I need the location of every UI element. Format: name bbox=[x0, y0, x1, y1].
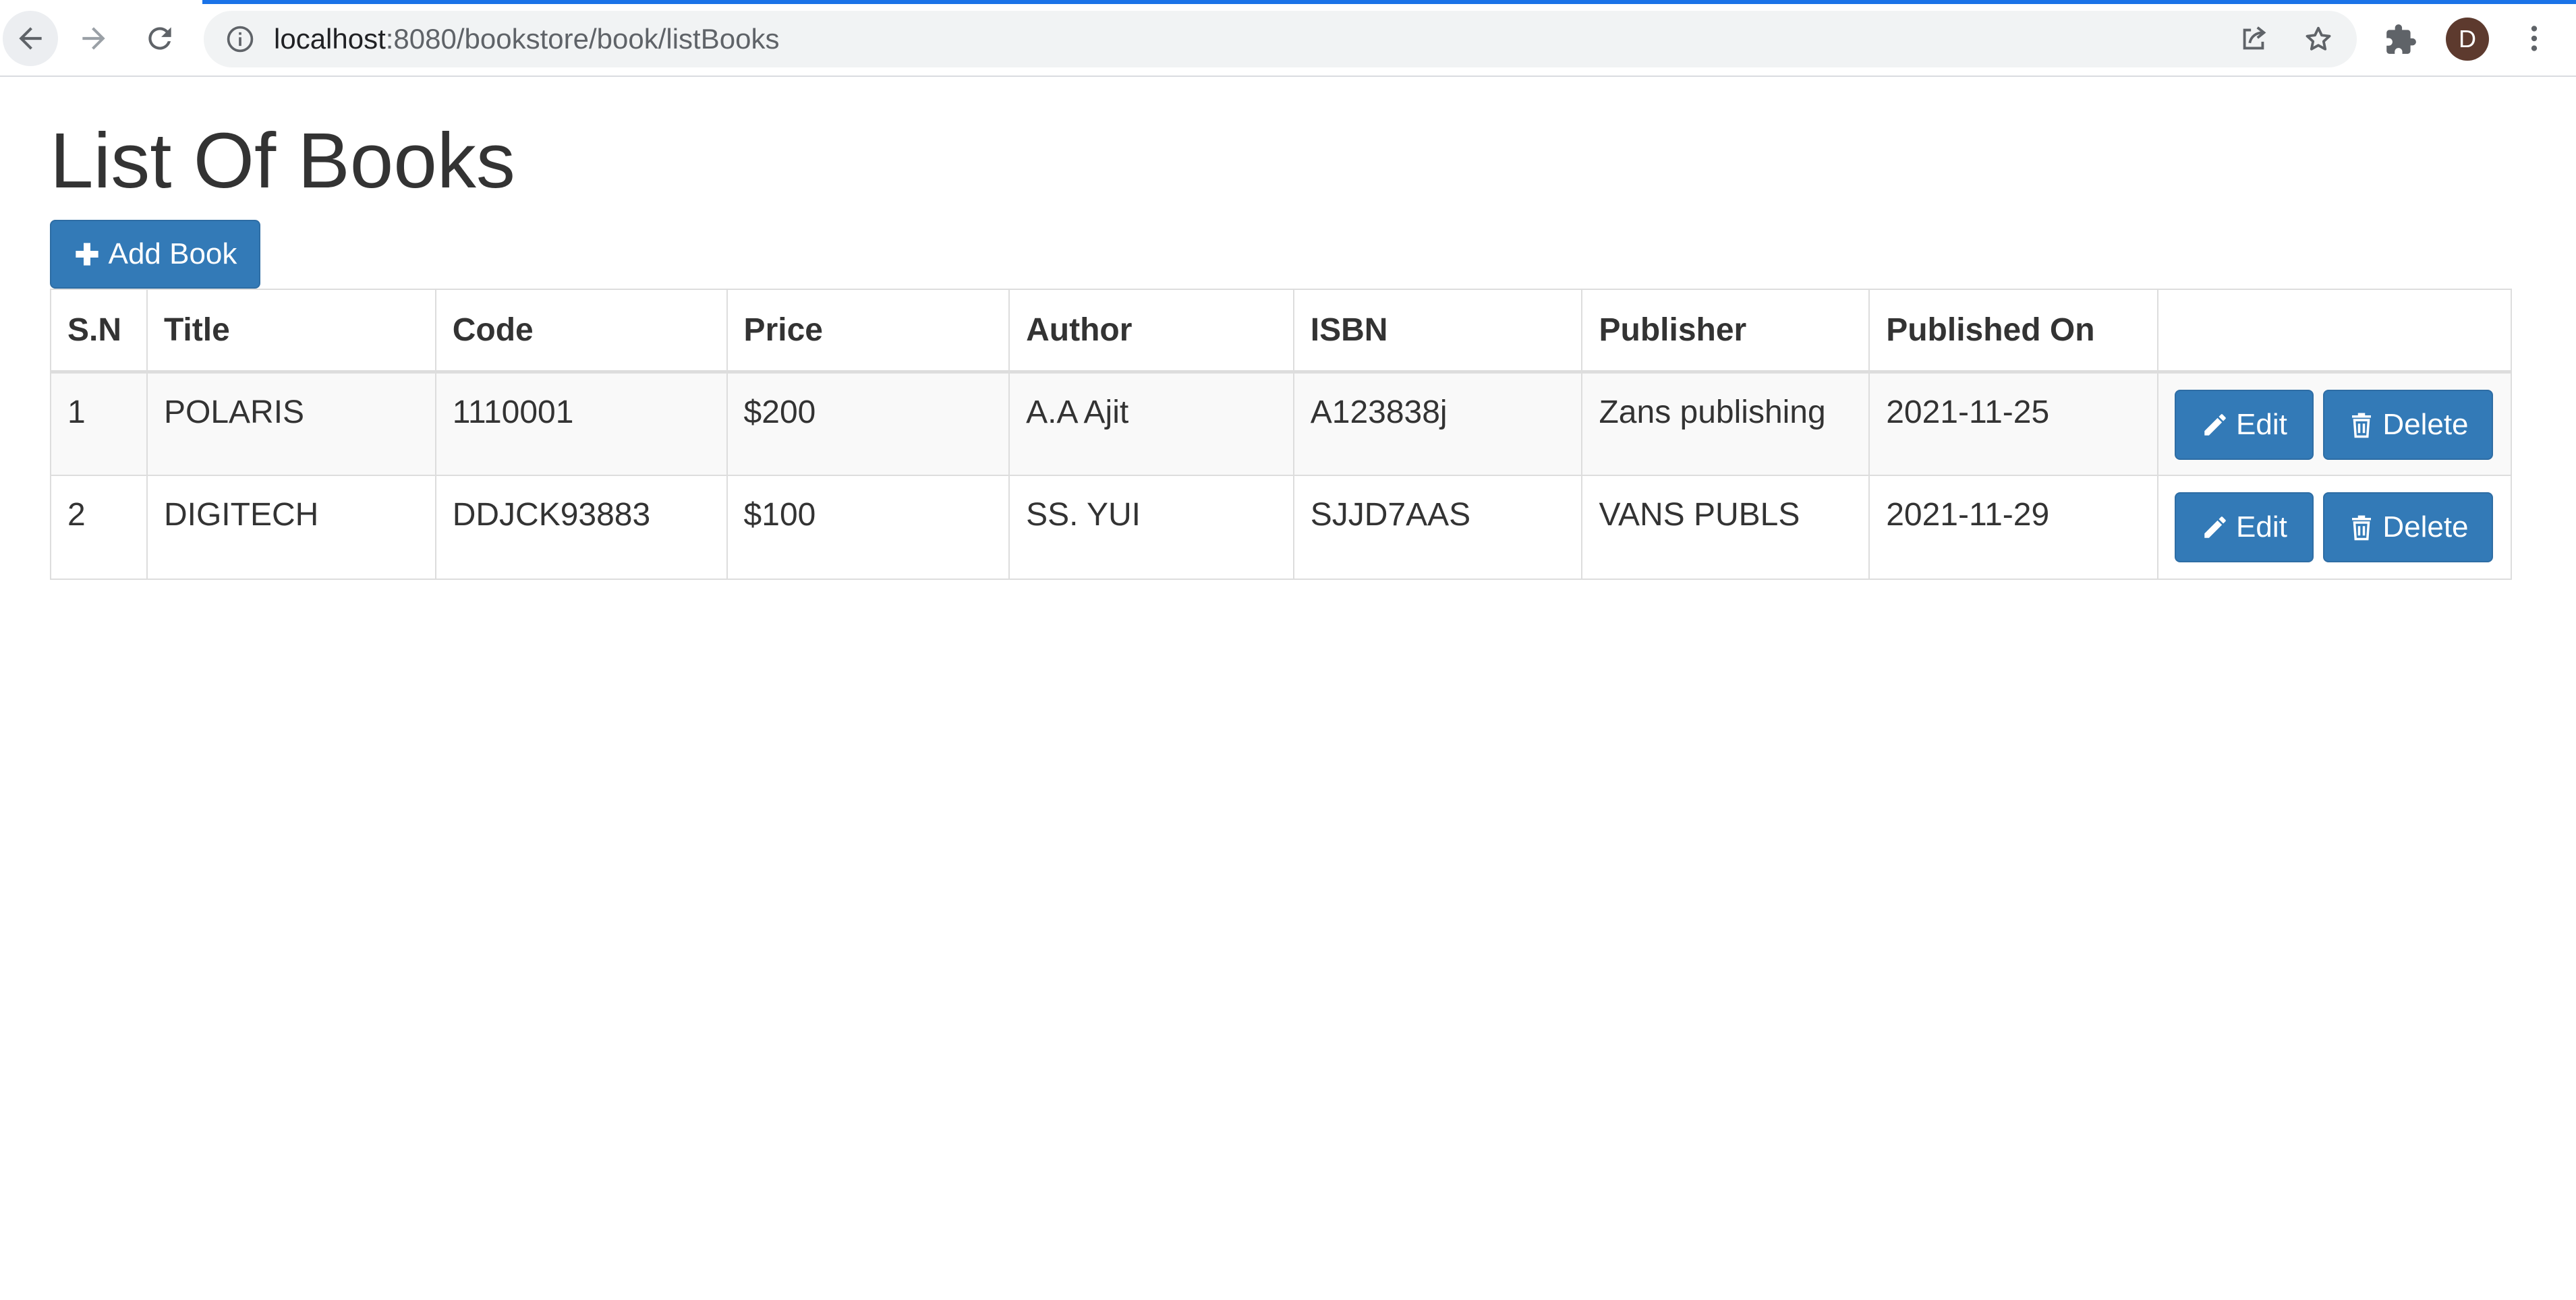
cell-publisher: VANS PUBLS bbox=[1581, 475, 1870, 580]
url-text[interactable]: localhost:8080/bookstore/book/listBooks bbox=[274, 11, 779, 67]
edit-label: Edit bbox=[2236, 407, 2287, 441]
trash-icon bbox=[2352, 515, 2372, 541]
delete-button[interactable]: Delete bbox=[2322, 389, 2493, 460]
arrow-right-icon bbox=[82, 27, 105, 50]
table-header-row: S.N Title Code Price Author ISBN Publish… bbox=[50, 289, 2513, 374]
cell-isbn: SJJD7AAS bbox=[1292, 475, 1583, 580]
cell-actions: Edit Delete bbox=[2156, 371, 2513, 476]
page-load-progress-bar bbox=[202, 0, 2576, 4]
cell-title: POLARIS bbox=[146, 371, 436, 476]
delete-label: Delete bbox=[2382, 510, 2469, 543]
url-path: :8080/bookstore/book/listBooks bbox=[385, 23, 780, 55]
star-icon[interactable] bbox=[2303, 24, 2334, 55]
reload-icon bbox=[148, 27, 171, 50]
forward-button[interactable] bbox=[66, 11, 121, 66]
cell-actions: Edit Delete bbox=[2156, 475, 2513, 580]
add-book-label: Add Book bbox=[108, 237, 237, 270]
delete-button[interactable]: Delete bbox=[2322, 492, 2493, 562]
cell-author: SS. YUI bbox=[1008, 475, 1294, 580]
table-row: 2 DIGITECH DDJCK93883 $100 SS. YUI SJJD7… bbox=[50, 475, 2513, 580]
delete-label: Delete bbox=[2382, 407, 2469, 441]
column-header-publisher: Publisher bbox=[1581, 289, 1870, 374]
edit-button[interactable]: Edit bbox=[2174, 492, 2314, 562]
profile-avatar[interactable]: D bbox=[2446, 18, 2489, 61]
cell-published-on: 2021-11-29 bbox=[1868, 475, 2158, 580]
browser-toolbar: localhost:8080/bookstore/book/listBooks … bbox=[0, 0, 2576, 77]
trash-icon bbox=[2352, 413, 2372, 438]
books-table: S.N Title Code Price Author ISBN Publish… bbox=[50, 289, 2513, 580]
column-header-price: Price bbox=[726, 289, 1010, 374]
cell-code: 1110001 bbox=[434, 371, 728, 476]
table-row: 1 POLARIS 1110001 $200 A.A Ajit A123838j… bbox=[50, 371, 2513, 476]
column-header-isbn: ISBN bbox=[1292, 289, 1583, 374]
column-header-published-on: Published On bbox=[1868, 289, 2158, 374]
cell-publisher: Zans publishing bbox=[1581, 371, 1870, 476]
cell-price: $200 bbox=[726, 371, 1010, 476]
cell-author: A.A Ajit bbox=[1008, 371, 1294, 476]
cell-code: DDJCK93883 bbox=[434, 475, 728, 580]
pencil-icon bbox=[2204, 413, 2226, 436]
puzzle-icon[interactable] bbox=[2384, 23, 2417, 57]
column-header-title: Title bbox=[146, 289, 436, 374]
cell-price: $100 bbox=[726, 475, 1010, 580]
info-icon[interactable] bbox=[225, 24, 255, 54]
page-title: List Of Books bbox=[50, 117, 515, 204]
add-book-button[interactable]: Add Book bbox=[50, 220, 260, 289]
cell-title: DIGITECH bbox=[146, 475, 436, 580]
kebab-menu-icon[interactable] bbox=[2517, 22, 2551, 55]
cell-sn: 2 bbox=[50, 475, 148, 580]
column-header-actions bbox=[2156, 289, 2513, 374]
column-header-author: Author bbox=[1008, 289, 1294, 374]
column-header-code: Code bbox=[434, 289, 728, 374]
url-host: localhost bbox=[274, 23, 386, 55]
column-header-sn: S.N bbox=[50, 289, 148, 374]
edit-label: Edit bbox=[2236, 510, 2287, 543]
share-icon[interactable] bbox=[2238, 24, 2269, 55]
edit-button[interactable]: Edit bbox=[2174, 389, 2314, 460]
cell-published-on: 2021-11-25 bbox=[1868, 371, 2158, 476]
arrow-left-icon bbox=[19, 27, 42, 50]
reload-button[interactable] bbox=[132, 11, 188, 66]
back-button[interactable] bbox=[3, 11, 58, 66]
plus-icon bbox=[75, 243, 98, 266]
address-bar[interactable]: localhost:8080/bookstore/book/listBooks bbox=[204, 11, 2357, 67]
pencil-icon bbox=[2204, 516, 2226, 538]
cell-sn: 1 bbox=[50, 371, 148, 476]
cell-isbn: A123838j bbox=[1292, 371, 1583, 476]
